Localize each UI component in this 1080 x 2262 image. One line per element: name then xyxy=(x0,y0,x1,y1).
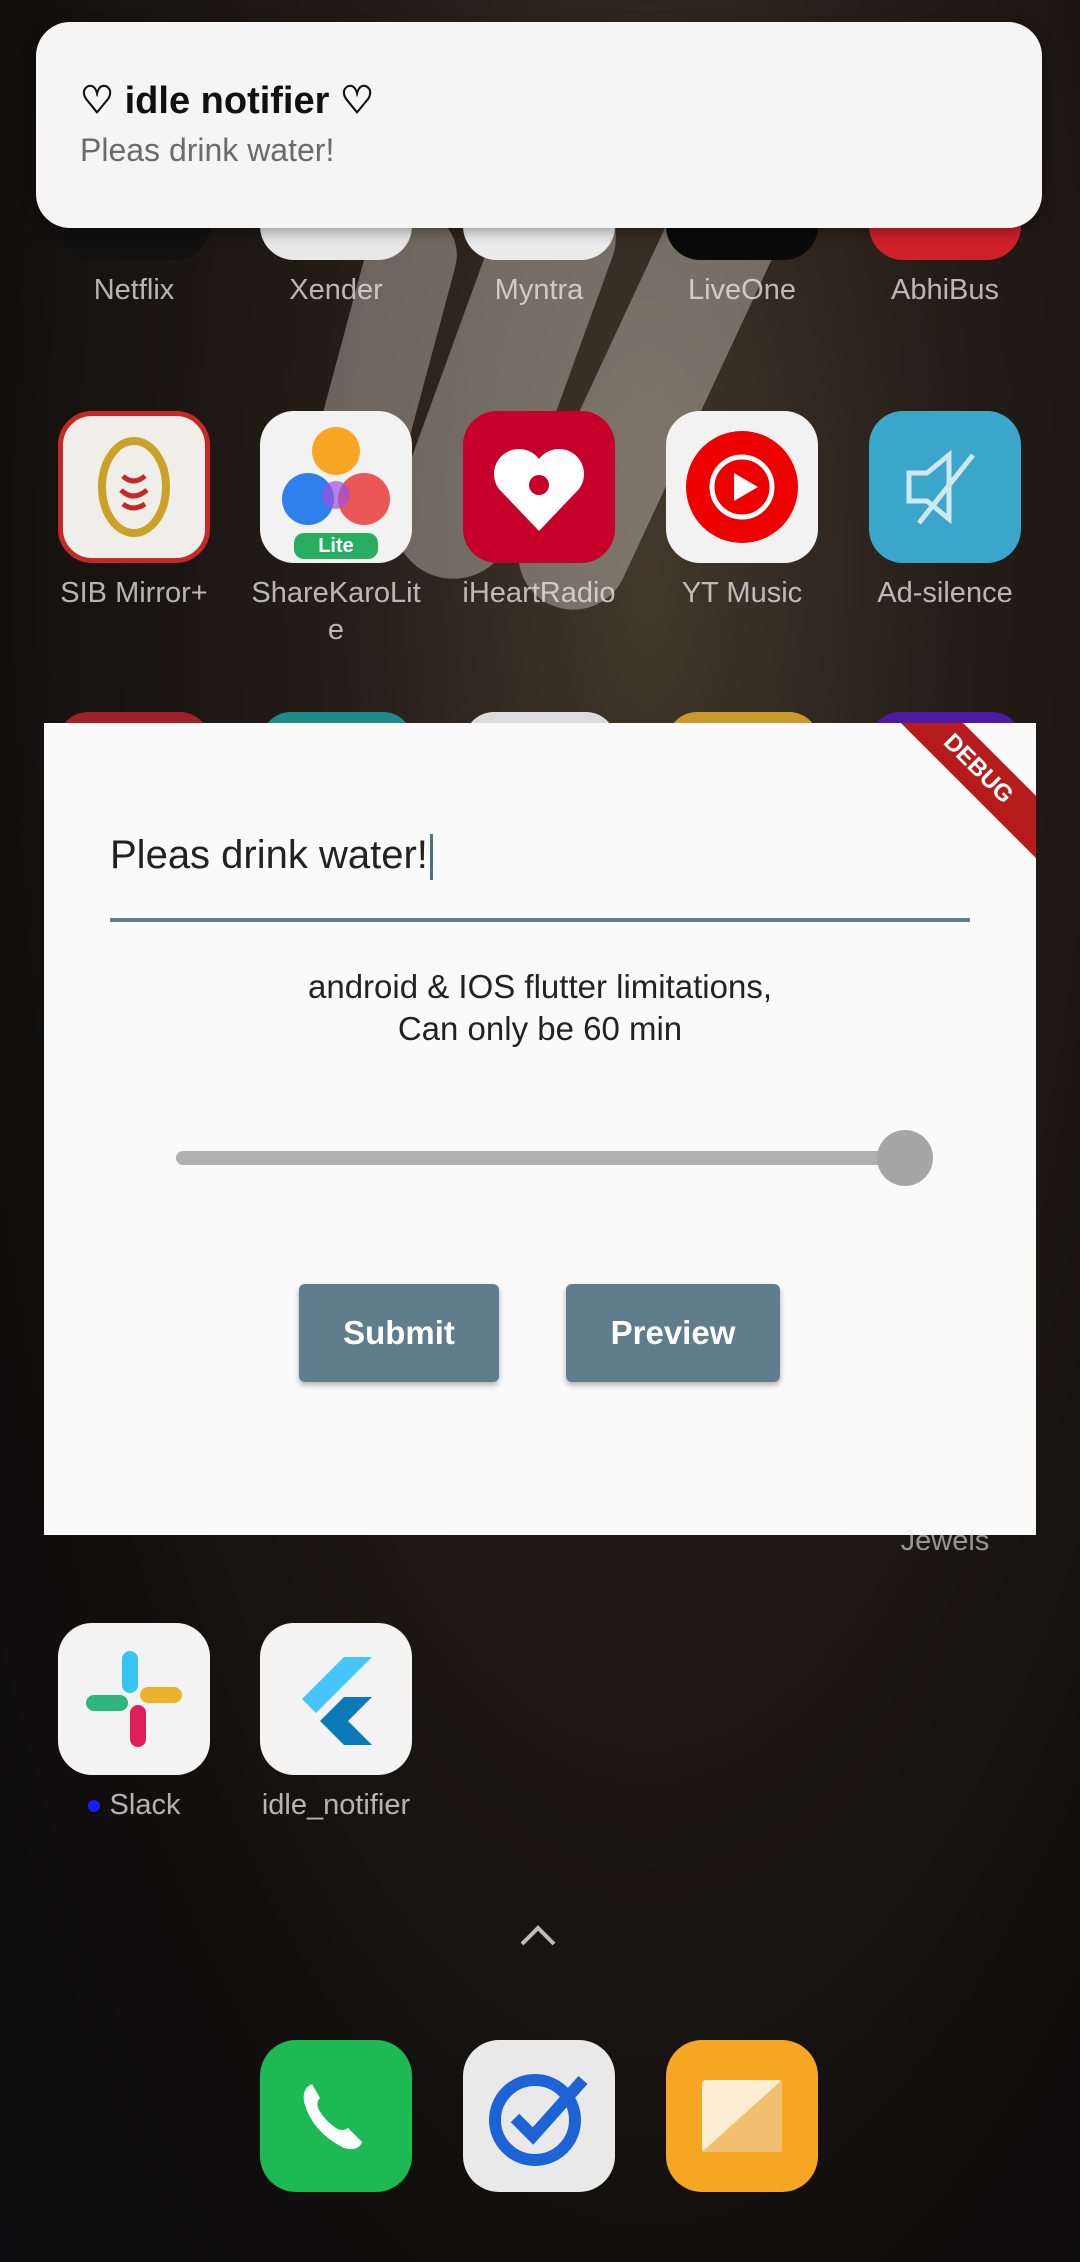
svg-text:Lite: Lite xyxy=(318,535,354,557)
message-input[interactable]: Pleas drink water! xyxy=(110,833,433,881)
app-label: AbhiBus xyxy=(890,274,999,306)
app-label: Netflix xyxy=(93,274,175,306)
app-label: SIB Mirror+ xyxy=(60,577,208,609)
tasks-icon[interactable] xyxy=(463,2040,615,2192)
phone-icon[interactable] xyxy=(260,2040,412,2192)
note-line-1: android & IOS flutter limitations, xyxy=(307,968,773,1005)
app-label-partial: Jewels xyxy=(900,1525,990,1557)
app-idle-notifier[interactable]: idle_notifier xyxy=(235,1623,437,1824)
app-label: LiveOne xyxy=(687,274,796,306)
limitation-note: android & IOS flutter limitations, Can o… xyxy=(44,966,1036,1050)
app-label: iHeartRadio xyxy=(462,577,616,609)
iheartradio-icon xyxy=(463,411,615,563)
app-ad-silence[interactable]: Ad-silence xyxy=(844,411,1046,612)
notification-dot xyxy=(87,1800,100,1813)
notification-body: Pleas drink water! xyxy=(80,132,335,168)
note-line-2: Can only be 60 min xyxy=(397,1010,683,1047)
slack-icon xyxy=(58,1623,210,1775)
app-iheartradio[interactable]: iHeartRadio xyxy=(438,411,640,612)
app-sharekarolite[interactable]: Lite ShareKaroLite xyxy=(235,411,437,649)
app-label: Slack xyxy=(33,1787,235,1824)
sharekaro-icon: Lite xyxy=(260,411,412,563)
chevron-up-icon[interactable] xyxy=(518,1916,558,1956)
preview-button[interactable]: Preview xyxy=(566,1284,780,1382)
app-slack[interactable]: Slack xyxy=(33,1623,235,1824)
app-sib-mirror[interactable]: SIB Mirror+ xyxy=(33,411,235,612)
notification-card[interactable]: ♡ idle notifier ♡ Pleas drink water! xyxy=(36,22,1042,228)
yt-music-icon xyxy=(666,411,818,563)
debug-banner: DEBUG xyxy=(877,723,1036,870)
app-label: Ad-silence xyxy=(877,577,1013,609)
app-label: Myntra xyxy=(494,274,584,306)
app-label: Xender xyxy=(289,274,383,306)
input-underline xyxy=(110,918,970,922)
sib-mirror-icon xyxy=(58,411,210,563)
duration-slider-thumb[interactable] xyxy=(877,1130,933,1186)
app-yt-music[interactable]: YT Music xyxy=(641,411,843,612)
text-caret xyxy=(429,834,433,881)
app-label: idle_notifier xyxy=(261,1789,411,1821)
idle-notifier-dialog: Pleas drink water! android & IOS flutter… xyxy=(44,723,1036,1535)
duration-slider-track[interactable] xyxy=(176,1151,906,1165)
submit-button[interactable]: Submit xyxy=(299,1284,499,1382)
flutter-icon xyxy=(260,1623,412,1775)
app-label: ShareKaroLite xyxy=(251,577,421,646)
ad-silence-icon xyxy=(869,411,1021,563)
notification-title: ♡ idle notifier ♡ xyxy=(80,80,375,122)
app-label: YT Music xyxy=(681,577,803,609)
notes-icon[interactable] xyxy=(666,2040,818,2192)
message-input-value: Pleas drink water! xyxy=(110,833,428,877)
